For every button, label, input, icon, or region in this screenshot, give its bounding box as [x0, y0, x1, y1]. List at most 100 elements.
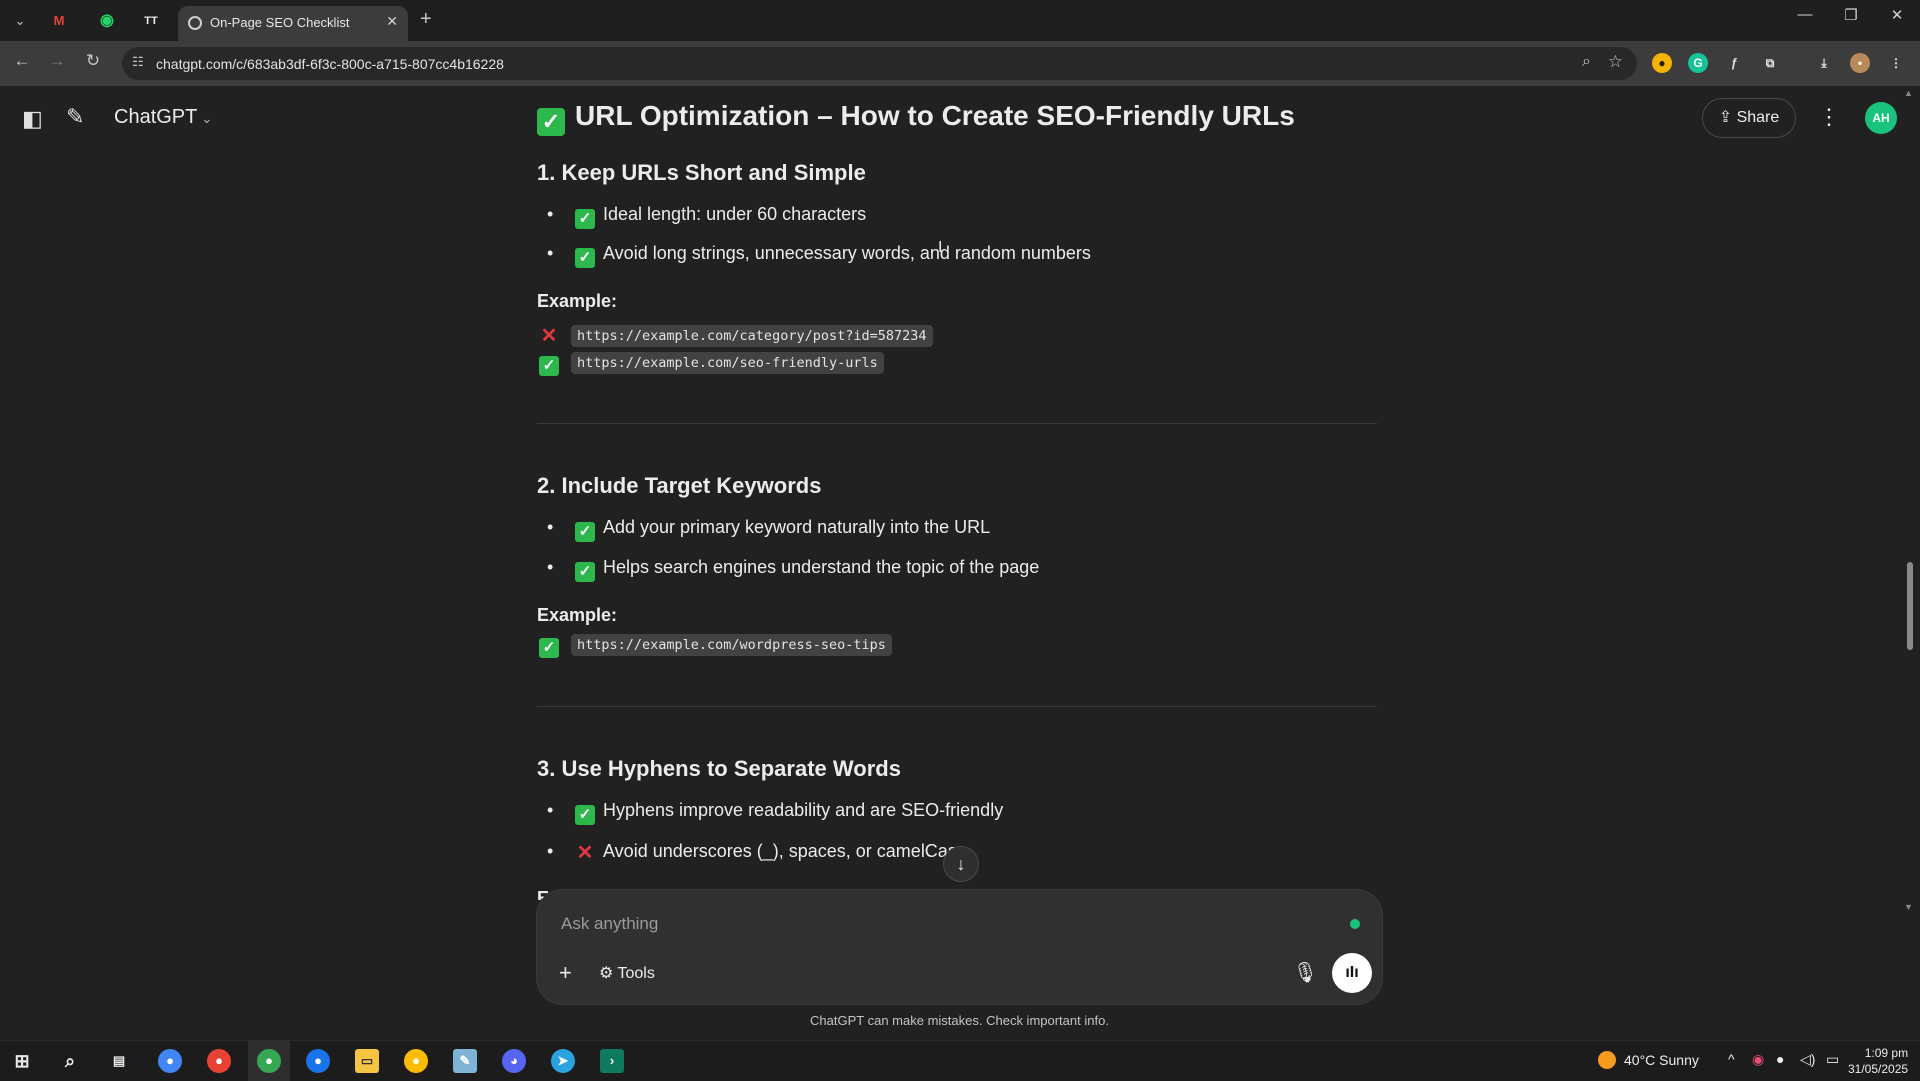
message-input[interactable]: Ask anything	[561, 914, 658, 934]
list-item: • ✕ Avoid underscores (_), spaces, or came…	[547, 841, 967, 864]
tab-title: On-Page SEO Checklist	[210, 15, 350, 30]
scroll-down-icon[interactable]: ▼	[1904, 902, 1913, 912]
cross-mark-icon: ✕	[576, 842, 594, 864]
pinned-tab-icon[interactable]: TT	[140, 10, 162, 32]
sidebar-toggle-icon[interactable]: ◧	[22, 106, 43, 132]
gmail-icon[interactable]: M	[48, 10, 70, 32]
example-line: ✓ https://example.com/wordpress-seo-tips	[539, 634, 892, 658]
chrome-icon[interactable]: ●	[207, 1049, 231, 1073]
tab-search-chevron-icon[interactable]: ⌄	[8, 9, 32, 33]
task-view-icon[interactable]: ▤	[107, 1049, 131, 1073]
volume-icon[interactable]: ◁)	[1800, 1051, 1815, 1068]
check-mark-icon: ✓	[575, 562, 595, 582]
check-mark-icon: ✓	[539, 638, 559, 658]
notes-app-icon[interactable]: ✎	[453, 1049, 477, 1073]
reload-icon[interactable]: ↻	[80, 51, 106, 71]
example-line: ✕ https://example.com/category/post?id=58…	[539, 323, 933, 348]
recording-icon[interactable]: ◉	[1752, 1051, 1764, 1068]
check-mark-icon: ✓	[539, 356, 559, 376]
disclaimer-text: ChatGPT can make mistakes. Check importa…	[810, 1013, 1109, 1028]
waveform-icon: ıIı	[1345, 964, 1359, 981]
grammarly-icon[interactable]: G	[1688, 53, 1708, 73]
check-mark-icon: ✓	[575, 209, 595, 229]
conversation-content: ✓ URL Optimization – How to Create SEO-Fr…	[537, 100, 1377, 900]
network-icon[interactable]: ▭	[1826, 1051, 1839, 1068]
check-mark-icon: ✓	[575, 248, 595, 268]
search-icon[interactable]: ⌕	[58, 1049, 82, 1073]
add-attachment-icon[interactable]: +	[559, 960, 572, 986]
scroll-up-icon[interactable]: ▲	[1904, 88, 1913, 98]
extension-icon[interactable]: ●	[1652, 53, 1672, 73]
clock-date: 31/05/2025	[1848, 1062, 1909, 1076]
list-item: • ✓ Hyphens improve readability and are SE…	[547, 800, 1004, 825]
microphone-icon[interactable]: 🎙	[1293, 960, 1318, 985]
weather-text: Sunny	[1659, 1052, 1699, 1068]
sun-icon	[1598, 1051, 1616, 1069]
scroll-to-bottom-button[interactable]: ↓	[943, 846, 979, 882]
clock-time: 1:09 pm	[1864, 1046, 1909, 1060]
scrollbar-thumb[interactable]	[1907, 562, 1913, 650]
browser-tab-bar: ⌄ M ◉ TT On-Page SEO Checklist ✕ + — ❐ ✕	[0, 0, 1920, 41]
chrome-icon[interactable]: ●	[158, 1049, 182, 1073]
list-item: • ✓ Avoid long strings, unnecessary words,…	[547, 243, 1091, 268]
model-selector[interactable]: ChatGPT ⌄	[114, 106, 212, 129]
page-title: ✓ URL Optimization – How to Create SEO-Fr…	[537, 100, 1295, 136]
share-label: Share	[1736, 109, 1780, 126]
section-heading: 1. Keep URLs Short and Simple	[537, 160, 866, 185]
status-dot-icon	[1350, 919, 1360, 929]
chrome-icon[interactable]: ●	[404, 1049, 428, 1073]
section-divider	[537, 706, 1377, 707]
tray-overflow-icon[interactable]: ^	[1728, 1051, 1735, 1067]
close-tab-icon[interactable]: ✕	[386, 13, 398, 30]
inline-code: https://example.com/category/post?id=587…	[571, 325, 933, 347]
check-mark-icon: ✓	[537, 108, 565, 136]
voice-mode-button[interactable]: ıIı	[1332, 953, 1372, 993]
whatsapp-icon[interactable]: ◉	[96, 10, 118, 32]
forward-icon[interactable]: →	[44, 51, 70, 71]
file-explorer-icon[interactable]: ▭	[355, 1049, 379, 1073]
weather-widget[interactable]: 40°C Sunny	[1598, 1051, 1699, 1069]
restore-icon[interactable]: ❐	[1836, 6, 1866, 24]
inline-code: https://example.com/wordpress-seo-tips	[571, 634, 892, 656]
new-tab-icon[interactable]: +	[420, 8, 432, 31]
address-bar[interactable]: ☷ chatgpt.com/c/683ab3df-6f3c-800c-a715-…	[122, 47, 1637, 80]
app-name: ChatGPT	[114, 106, 198, 128]
chrome-icon[interactable]: ●	[306, 1049, 330, 1073]
windows-start-icon[interactable]: ⊞	[10, 1049, 34, 1073]
section-heading: 3. Use Hyphens to Separate Words	[537, 756, 901, 781]
check-mark-icon: ✓	[575, 522, 595, 542]
share-icon: ⇪	[1718, 109, 1733, 126]
active-tab[interactable]: On-Page SEO Checklist ✕	[178, 6, 408, 41]
new-chat-icon[interactable]: ✎	[66, 104, 84, 130]
chrome-icon[interactable]: ●	[257, 1049, 281, 1073]
browser-menu-icon[interactable]: ⋮	[1886, 53, 1906, 73]
avatar[interactable]: AH	[1865, 102, 1897, 134]
windows-taskbar: ⊞ ⌕ ▤ ● ● ● ● ▭ ● ✎ ◕ ➤ › 40°C Sunny ^ ◉…	[0, 1040, 1920, 1081]
profile-avatar-icon[interactable]: •	[1850, 53, 1870, 73]
download-icon[interactable]: ⤓	[1814, 53, 1834, 73]
chatgpt-favicon-icon	[188, 16, 202, 30]
tools-button[interactable]: ⚙ Tools	[599, 963, 655, 983]
sliders-icon: ⚙	[599, 965, 614, 982]
list-item: • ✓ Add your primary keyword naturally int…	[547, 517, 991, 542]
url-text[interactable]: chatgpt.com/c/683ab3df-6f3c-800c-a715-80…	[156, 56, 504, 72]
discord-icon[interactable]: ◕	[502, 1049, 526, 1073]
minimize-icon[interactable]: —	[1790, 6, 1820, 23]
conversation-menu-icon[interactable]: ⋮	[1818, 104, 1840, 130]
terminal-app-icon[interactable]: ›	[600, 1049, 624, 1073]
share-button[interactable]: ⇪ Share	[1702, 98, 1796, 138]
chevron-down-icon: ⌄	[201, 111, 213, 126]
mic-tray-icon[interactable]: ●	[1776, 1051, 1784, 1067]
zoom-icon[interactable]: ⌕	[1582, 53, 1591, 71]
site-info-icon[interactable]: ☷	[132, 54, 144, 70]
extensions-puzzle-icon[interactable]: ⧉	[1760, 53, 1780, 73]
bookmark-star-icon[interactable]: ☆	[1608, 52, 1623, 72]
formula-extension-icon[interactable]: ƒ	[1724, 53, 1744, 73]
telegram-icon[interactable]: ➤	[551, 1049, 575, 1073]
text-cursor-icon: I	[938, 239, 943, 256]
message-composer[interactable]: Ask anything + ⚙ Tools 🎙 ıIı	[537, 890, 1382, 1004]
taskbar-clock[interactable]: 1:09 pm 31/05/2025	[1848, 1045, 1908, 1077]
example-line: ✓ https://example.com/seo-friendly-urls	[539, 352, 884, 376]
back-icon[interactable]: ←	[9, 51, 35, 71]
close-window-icon[interactable]: ✕	[1882, 6, 1912, 24]
